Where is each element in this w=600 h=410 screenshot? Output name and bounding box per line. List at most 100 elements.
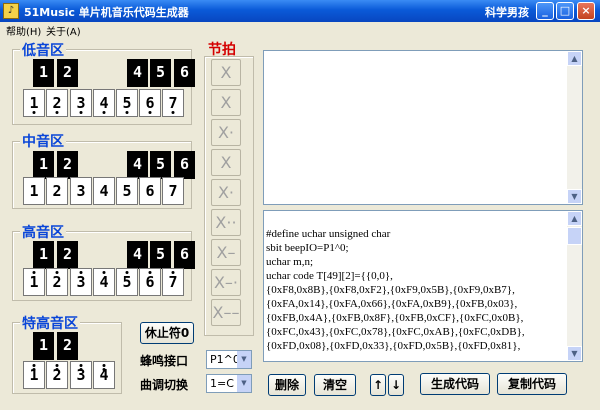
mid-sharp-key[interactable]: 6	[174, 151, 195, 179]
move-down-button[interactable]: ↓	[388, 374, 404, 396]
super-natural-key[interactable]: 3	[70, 361, 92, 389]
octave-dot	[102, 368, 106, 371]
low-register-title: 低音区	[20, 40, 66, 60]
key-switch-select[interactable]: 1=C ▼	[206, 374, 252, 393]
low-natural-key[interactable]: 7	[162, 89, 184, 117]
close-button[interactable]: ×	[577, 2, 595, 20]
beat-button[interactable]: X––	[211, 299, 241, 326]
buzzer-port-select[interactable]: P1^0 ▼	[206, 350, 252, 369]
beat-button[interactable]: X··	[211, 209, 241, 236]
low-sharp-key[interactable]: 6	[174, 59, 195, 87]
mid-natural-key[interactable]: 4	[93, 177, 115, 205]
key-switch-value: 1=C	[210, 377, 234, 390]
low-sharp-key[interactable]: 1	[33, 59, 54, 87]
high-sharp-key[interactable]: 4	[127, 241, 148, 269]
chevron-down-icon: ▼	[237, 375, 251, 392]
octave-dot	[102, 271, 106, 274]
score-input[interactable]: ▲ ▼	[263, 50, 583, 205]
title-bar[interactable]: ♪ 51Music 单片机音乐代码生成器 科学男孩 _ □ ×	[0, 0, 600, 22]
generated-code: #define uchar unsigned char sbit beepIO=P…	[266, 227, 566, 353]
beat-button[interactable]: X–	[211, 239, 241, 266]
buzzer-port-label: 蜂鸣接口	[140, 354, 189, 368]
scroll-thumb[interactable]	[567, 227, 582, 245]
octave-dot	[79, 111, 83, 114]
low-sharp-key[interactable]: 2	[57, 59, 78, 87]
beat-button[interactable]: X–·	[211, 269, 241, 296]
low-natural-key[interactable]: 6	[139, 89, 161, 117]
octave-dot	[55, 364, 59, 367]
mid-natural-key[interactable]: 1	[23, 177, 45, 205]
copy-code-button[interactable]: 复制代码	[497, 373, 567, 395]
code-line: {0xFB,0x4A},{0xFB,0x8F},{0xFB,0xCF},{0xF…	[266, 312, 524, 324]
octave-dot	[148, 271, 152, 274]
octave-dot	[102, 111, 106, 114]
menu-about[interactable]: 关于(A)	[46, 23, 81, 38]
high-natural-key[interactable]: 5	[116, 268, 138, 296]
scroll-up-icon[interactable]: ▲	[567, 211, 582, 226]
code-line: sbit beepIO=P1^0;	[266, 242, 349, 254]
high-register-title: 高音区	[20, 222, 66, 242]
scroll-up-icon[interactable]: ▲	[567, 51, 582, 66]
delete-button[interactable]: 删除	[268, 374, 306, 396]
beat-button[interactable]: X	[211, 89, 241, 116]
low-natural-key[interactable]: 4	[93, 89, 115, 117]
high-sharp-key[interactable]: 1	[33, 241, 54, 269]
high-sharp-key[interactable]: 6	[174, 241, 195, 269]
high-natural-key[interactable]: 4	[93, 268, 115, 296]
code-line: uchar m,n;	[266, 256, 314, 268]
generate-code-button[interactable]: 生成代码	[420, 373, 490, 395]
low-natural-key[interactable]: 3	[70, 89, 92, 117]
mid-natural-key[interactable]: 6	[139, 177, 161, 205]
mid-natural-key[interactable]: 7	[162, 177, 184, 205]
octave-dot	[171, 271, 175, 274]
high-sharp-key[interactable]: 5	[150, 241, 171, 269]
mid-sharp-key[interactable]: 4	[127, 151, 148, 179]
low-sharp-key[interactable]: 5	[150, 59, 171, 87]
minimize-button[interactable]: _	[536, 2, 554, 20]
low-sharp-key[interactable]: 4	[127, 59, 148, 87]
scroll-down-icon[interactable]: ▼	[567, 189, 582, 204]
super-natural-key[interactable]: 2	[46, 361, 68, 389]
menu-help[interactable]: 帮助(H)	[6, 23, 41, 38]
beat-button[interactable]: X	[211, 59, 241, 86]
mid-natural-key[interactable]: 2	[46, 177, 68, 205]
low-natural-key[interactable]: 5	[116, 89, 138, 117]
octave-dot	[125, 271, 129, 274]
super-natural-key[interactable]: 1	[23, 361, 45, 389]
high-natural-key[interactable]: 6	[139, 268, 161, 296]
move-up-button[interactable]: ↑	[370, 374, 386, 396]
menu-bar: 帮助(H) 关于(A)	[0, 22, 600, 38]
rest-button[interactable]: 休止符0	[140, 322, 194, 344]
window-title: 51Music 单片机音乐代码生成器	[24, 6, 189, 19]
octave-dot	[32, 271, 36, 274]
mid-sharp-key[interactable]: 1	[33, 151, 54, 179]
super-sharp-key[interactable]: 1	[33, 332, 54, 360]
octave-dot	[79, 368, 83, 371]
clear-button[interactable]: 清空	[314, 374, 356, 396]
super-high-register-title: 特高音区	[20, 313, 80, 333]
code-scrollbar[interactable]: ▲ ▼	[567, 211, 582, 361]
octave-dot	[32, 111, 36, 114]
low-natural-key[interactable]: 1	[23, 89, 45, 117]
mid-sharp-key[interactable]: 5	[150, 151, 171, 179]
mid-natural-key[interactable]: 3	[70, 177, 92, 205]
beat-button[interactable]: X·	[211, 119, 241, 146]
high-natural-key[interactable]: 2	[46, 268, 68, 296]
high-sharp-key[interactable]: 2	[57, 241, 78, 269]
score-scrollbar[interactable]: ▲ ▼	[567, 51, 582, 204]
scroll-down-icon[interactable]: ▼	[567, 346, 582, 361]
low-natural-key[interactable]: 2	[46, 89, 68, 117]
beat-button[interactable]: X·	[211, 179, 241, 206]
high-natural-key[interactable]: 1	[23, 268, 45, 296]
super-natural-key[interactable]: 4	[93, 361, 115, 389]
high-natural-key[interactable]: 7	[162, 268, 184, 296]
maximize-button[interactable]: □	[556, 2, 574, 20]
octave-dot	[55, 271, 59, 274]
mid-sharp-key[interactable]: 2	[57, 151, 78, 179]
high-natural-key[interactable]: 3	[70, 268, 92, 296]
beat-button[interactable]: X	[211, 149, 241, 176]
octave-dot	[32, 368, 36, 371]
mid-natural-key[interactable]: 5	[116, 177, 138, 205]
octave-dot	[79, 364, 83, 367]
super-sharp-key[interactable]: 2	[57, 332, 78, 360]
